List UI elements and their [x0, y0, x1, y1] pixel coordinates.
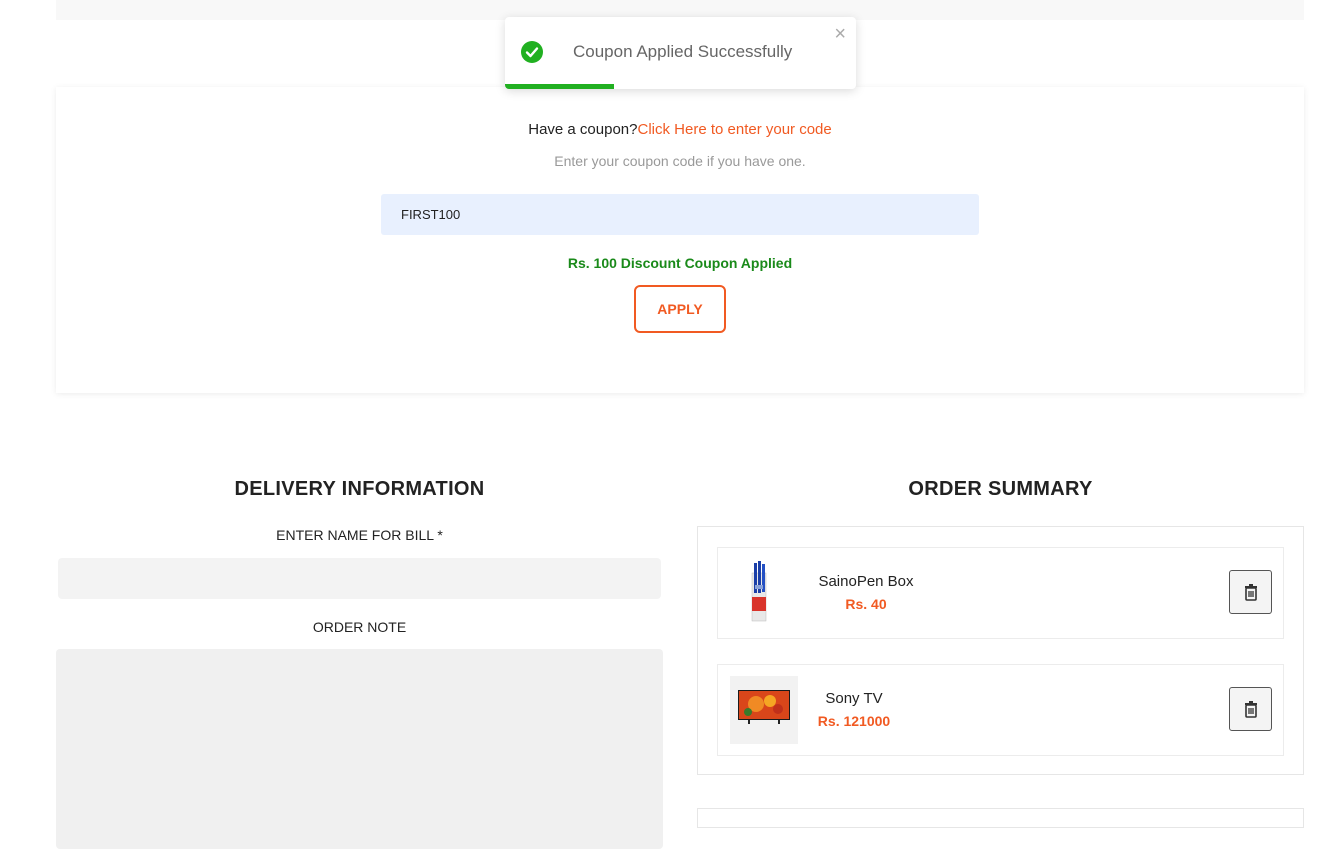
coupon-prompt-line: Have a coupon?Click Here to enter your c…: [56, 121, 1304, 138]
order-summary-box: SainoPen Box Rs. 40 Sony TV Rs. 121000: [697, 526, 1304, 775]
toast-progress-track: [505, 84, 856, 89]
item-name: Sony TV: [825, 690, 883, 707]
delete-item-button[interactable]: [1229, 570, 1272, 614]
item-price: Rs. 121000: [817, 713, 891, 729]
toast-progress-bar: [505, 84, 614, 89]
order-note-label: ORDER NOTE: [312, 619, 407, 635]
toast-notification: Coupon Applied Successfully ×: [505, 17, 856, 89]
close-icon[interactable]: ×: [834, 23, 846, 45]
coupon-card: Have a coupon?Click Here to enter your c…: [56, 87, 1304, 393]
tv-image: [730, 676, 798, 744]
trash-icon: [1245, 584, 1257, 601]
coupon-subtext: Enter your coupon code if you have one.: [554, 153, 806, 169]
delete-item-button[interactable]: [1229, 687, 1272, 731]
order-totals-box: [697, 808, 1304, 828]
apply-button[interactable]: APPLY: [634, 285, 726, 333]
summary-title: ORDER SUMMARY: [908, 478, 1093, 500]
cart-item: SainoPen Box Rs. 40: [717, 547, 1284, 639]
coupon-code-input[interactable]: [381, 194, 979, 235]
coupon-prompt: Have a coupon?: [528, 121, 638, 138]
cart-item: Sony TV Rs. 121000: [717, 664, 1284, 756]
name-label: ENTER NAME FOR BILL *: [276, 527, 443, 543]
trash-icon: [1245, 701, 1257, 718]
check-circle-icon: [521, 41, 543, 63]
item-name: SainoPen Box: [818, 573, 914, 590]
order-note-textarea[interactable]: [56, 649, 663, 849]
toast-message: Coupon Applied Successfully: [573, 42, 793, 61]
item-price: Rs. 40: [845, 596, 887, 612]
pen-box-image: [730, 559, 798, 627]
coupon-link[interactable]: Click Here to enter your code: [637, 121, 831, 138]
delivery-title: DELIVERY INFORMATION: [234, 478, 485, 500]
coupon-success-message: Rs. 100 Discount Coupon Applied: [567, 255, 793, 271]
bill-name-input[interactable]: [58, 558, 661, 599]
